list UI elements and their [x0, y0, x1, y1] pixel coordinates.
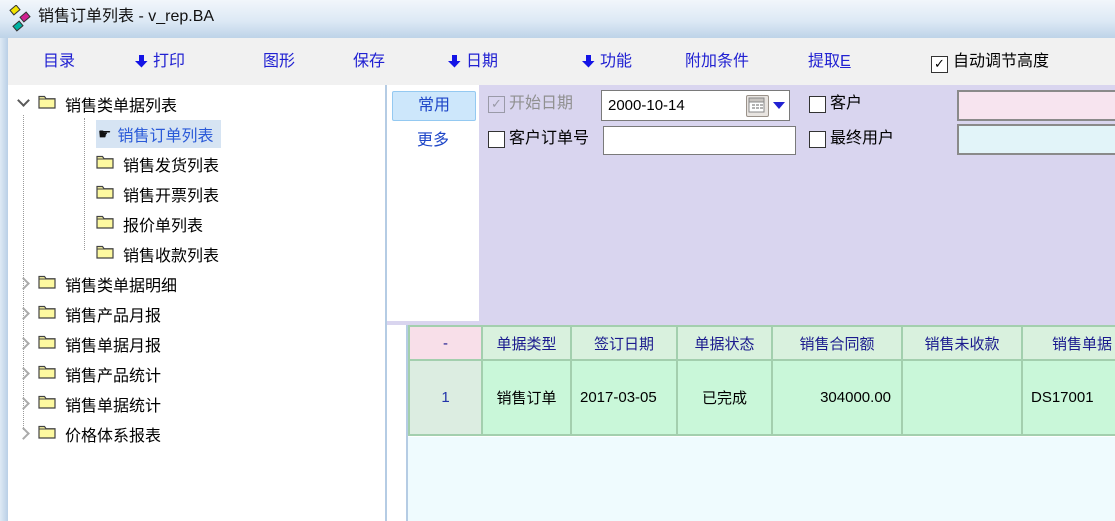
content-area: 销售类单据列表 ☛ 销售订单列表 销售发货列表 销售开票列表 报价单列表	[8, 85, 1115, 521]
diamonds-logo-icon	[8, 5, 32, 33]
customer-label: 客户	[830, 95, 862, 113]
col-header-unreceived[interactable]: 销售未收款	[902, 326, 1022, 360]
pointing-hand-icon: ☛	[98, 125, 111, 143]
common-filters-button[interactable]: 常用	[392, 91, 476, 121]
grid-data-row[interactable]: 1 销售订单 2017-03-05 已完成 304000.00 DS17001	[409, 360, 1115, 435]
menu-function[interactable]: 功能	[582, 38, 632, 85]
folder-icon	[38, 304, 56, 324]
menu-date[interactable]: 日期	[448, 38, 498, 85]
chevron-down-icon[interactable]	[16, 95, 30, 113]
tree-item-sales-product-monthly[interactable]: 销售产品月报	[8, 299, 385, 329]
tree-item-sales-doc-stats[interactable]: 销售单据统计	[8, 389, 385, 419]
dropdown-arrow-icon[interactable]	[773, 102, 785, 109]
folder-icon	[38, 274, 56, 294]
cell-unreceived[interactable]	[902, 360, 1022, 435]
auto-height-label: 自动调节高度	[953, 53, 1049, 70]
calendar-icon[interactable]	[746, 95, 769, 117]
start-date-label: 开始日期	[509, 95, 573, 113]
window-left-frame	[0, 38, 8, 521]
titlebar: 销售订单列表 - v_rep.BA	[0, 0, 1115, 38]
cell-rownum[interactable]: 1	[409, 360, 482, 435]
checkbox-icon[interactable]	[931, 56, 948, 73]
end-user-checkbox[interactable]	[809, 131, 826, 148]
menu-graphic[interactable]: 图形	[263, 38, 295, 85]
menu-catalog[interactable]: 目录	[43, 38, 75, 85]
grid-empty-area	[408, 437, 1115, 521]
folder-icon	[38, 334, 56, 354]
report-tree: 销售类单据列表 ☛ 销售订单列表 销售发货列表 销售开票列表 报价单列表	[8, 85, 385, 521]
col-header-sign-date[interactable]: 签订日期	[571, 326, 677, 360]
customer-order-no-checkbox[interactable]	[488, 131, 505, 148]
menu-extract[interactable]: 提取E	[808, 38, 851, 85]
tree-item-sales-order-list-selected[interactable]: ☛ 销售订单列表	[8, 119, 385, 149]
cell-doc-type[interactable]: 销售订单	[482, 360, 571, 435]
folder-icon	[96, 184, 114, 204]
filter-button-strip: 常用 更多	[387, 85, 479, 321]
folder-icon	[96, 214, 114, 234]
cell-status[interactable]: 已完成	[677, 360, 772, 435]
chevron-right-icon[interactable]	[16, 335, 30, 353]
tree-item-sales-delivery-list[interactable]: 销售发货列表	[8, 149, 385, 179]
customer-order-no-input[interactable]	[603, 126, 796, 155]
down-arrow-icon	[135, 40, 148, 87]
tree-item-sales-invoice-list[interactable]: 销售开票列表	[8, 179, 385, 209]
tree-item-sales-doc-monthly[interactable]: 销售单据月报	[8, 329, 385, 359]
grid-header-row: - 单据类型 签订日期 单据状态 销售合同额 销售未收款 销售单据	[409, 326, 1115, 360]
menu-extra-condition[interactable]: 附加条件	[685, 38, 749, 85]
folder-icon	[38, 94, 56, 114]
cell-sign-date[interactable]: 2017-03-05	[571, 360, 677, 435]
col-header-status[interactable]: 单据状态	[677, 326, 772, 360]
chevron-right-icon[interactable]	[16, 305, 30, 323]
cell-contract-amount[interactable]: 304000.00	[772, 360, 902, 435]
app-window: 销售订单列表 - v_rep.BA 目录 打印 图形 保存 日期 功能 附加条件…	[0, 0, 1115, 521]
auto-height-toggle[interactable]: 自动调节高度	[931, 38, 1049, 85]
result-grid: - 单据类型 签订日期 单据状态 销售合同额 销售未收款 销售单据 1 销售订单…	[408, 325, 1115, 437]
chevron-right-icon[interactable]	[16, 275, 30, 293]
folder-icon	[38, 394, 56, 414]
chevron-right-icon[interactable]	[16, 365, 30, 383]
customer-checkbox[interactable]	[809, 96, 826, 113]
col-header-doc-no[interactable]: 销售单据	[1022, 326, 1115, 360]
col-header-doc-type[interactable]: 单据类型	[482, 326, 571, 360]
tree-item-sales-doc-list[interactable]: 销售类单据列表	[8, 89, 385, 119]
col-header-contract-amount[interactable]: 销售合同额	[772, 326, 902, 360]
folder-icon	[38, 424, 56, 444]
tree-item-quotation-list[interactable]: 报价单列表	[8, 209, 385, 239]
window-title: 销售订单列表 - v_rep.BA	[38, 0, 214, 38]
start-date-picker[interactable]: 2000-10-14	[601, 90, 790, 121]
chevron-right-icon[interactable]	[16, 395, 30, 413]
more-filters-button[interactable]: 更多	[392, 127, 474, 155]
tree-item-sales-product-stats[interactable]: 销售产品统计	[8, 359, 385, 389]
folder-icon	[38, 364, 56, 384]
chevron-right-icon[interactable]	[16, 425, 30, 443]
cell-doc-no[interactable]: DS17001	[1022, 360, 1115, 435]
end-user-label: 最终用户	[830, 130, 894, 148]
col-header-rownum[interactable]: -	[409, 326, 482, 360]
filter-panel: 常用 更多 开始日期 2000-10-14 客户 客户订单号 最终用户	[387, 85, 1115, 325]
folder-icon	[96, 154, 114, 174]
tree-item-sales-receipt-list[interactable]: 销售收款列表	[8, 239, 385, 269]
customer-order-no-label: 客户订单号	[509, 130, 589, 148]
down-arrow-icon	[582, 40, 595, 87]
end-user-combo[interactable]	[957, 124, 1115, 155]
tree-item-sales-doc-detail[interactable]: 销售类单据明细	[8, 269, 385, 299]
folder-icon	[96, 244, 114, 264]
customer-combo[interactable]	[957, 90, 1115, 121]
down-arrow-icon	[448, 40, 461, 87]
start-date-checkbox[interactable]	[488, 96, 505, 113]
menu-print[interactable]: 打印	[135, 38, 185, 85]
menu-save[interactable]: 保存	[353, 38, 385, 85]
toolbar: 目录 打印 图形 保存 日期 功能 附加条件 提取E 自动调节高度	[8, 38, 1115, 86]
tree-item-price-system-reports[interactable]: 价格体系报表	[8, 419, 385, 449]
start-date-value: 2000-10-14	[608, 91, 685, 120]
